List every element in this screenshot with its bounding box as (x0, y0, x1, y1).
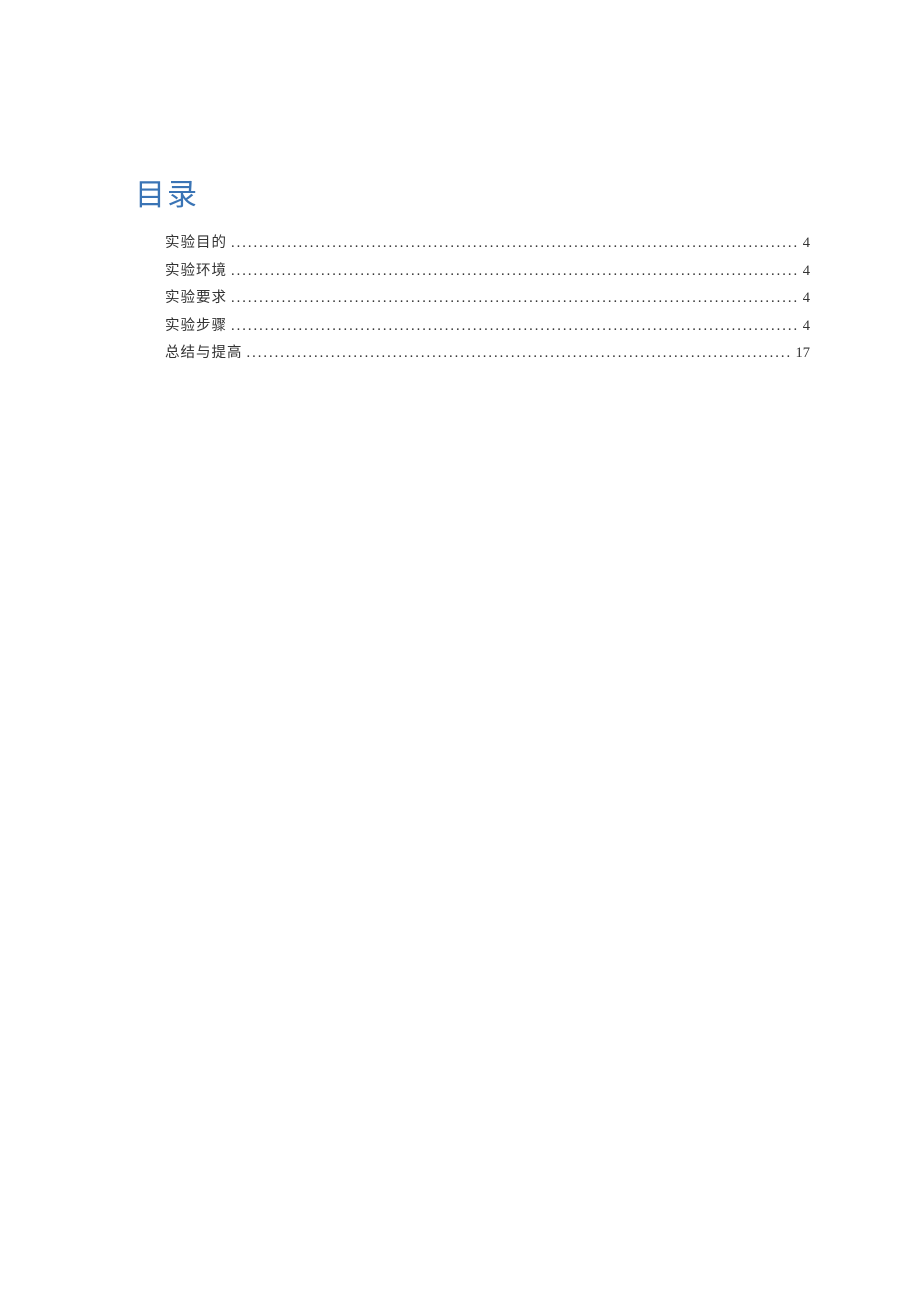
toc-leader (231, 285, 799, 313)
toc-entry-page: 4 (803, 285, 810, 313)
toc-leader (247, 340, 792, 368)
toc-entry[interactable]: 总结与提高 17 (165, 340, 810, 368)
toc-leader (231, 258, 799, 286)
toc-entry-label: 实验要求 (165, 285, 227, 313)
toc-entry-page: 4 (803, 313, 810, 341)
document-page: 目录 实验目的 4 实验环境 4 实验要求 4 实验步骤 4 总结与提高 17 (0, 0, 920, 368)
toc-entry[interactable]: 实验环境 4 (165, 258, 810, 286)
toc-title: 目录 (135, 170, 810, 214)
toc-leader (231, 230, 799, 258)
toc-entry[interactable]: 实验步骤 4 (165, 313, 810, 341)
toc-entry-label: 实验步骤 (165, 313, 227, 341)
toc-entry-page: 17 (796, 340, 811, 368)
toc-entry-label: 实验目的 (165, 230, 227, 258)
toc-entry-page: 4 (803, 258, 810, 286)
toc-entry-label: 实验环境 (165, 258, 227, 286)
toc-entry-page: 4 (803, 230, 810, 258)
toc-entry[interactable]: 实验目的 4 (165, 230, 810, 258)
toc-list: 实验目的 4 实验环境 4 实验要求 4 实验步骤 4 总结与提高 17 (135, 230, 810, 368)
toc-entry[interactable]: 实验要求 4 (165, 285, 810, 313)
toc-entry-label: 总结与提高 (165, 340, 243, 368)
toc-leader (231, 313, 799, 341)
